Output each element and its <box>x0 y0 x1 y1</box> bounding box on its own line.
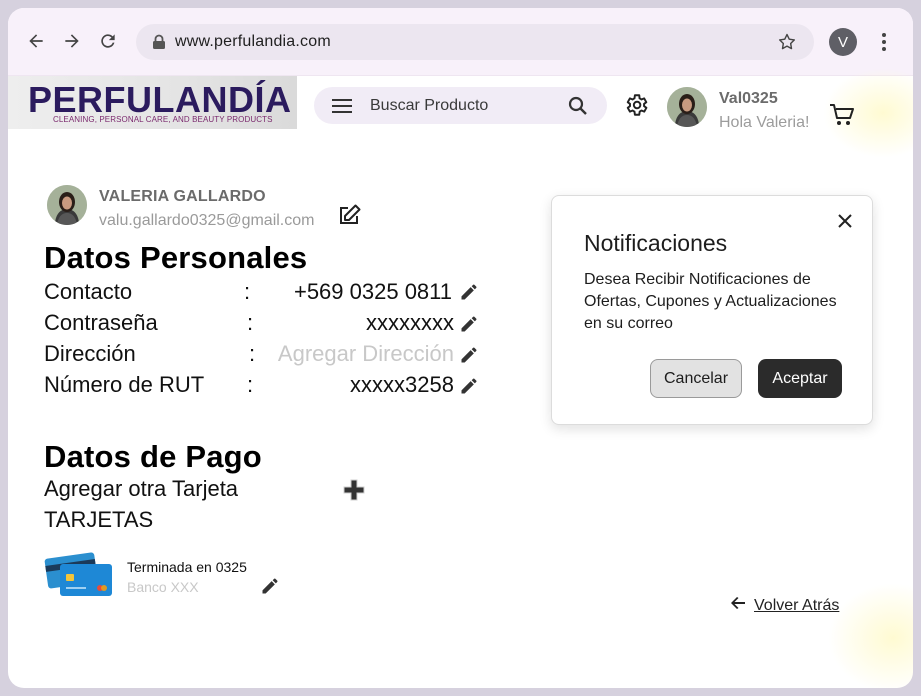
back-arrow-icon[interactable] <box>25 30 47 52</box>
bookmark-star-icon[interactable] <box>777 32 797 57</box>
row-label-address: Dirección <box>44 341 136 366</box>
credit-card-icon <box>44 549 114 604</box>
url-text: www.perfulandia.com <box>175 33 331 50</box>
logo-title: PERFULANDÍA <box>28 79 292 120</box>
settings-gear-icon[interactable] <box>623 92 649 123</box>
hamburger-menu-icon[interactable] <box>332 98 352 119</box>
row-label-rut: Número de RUT <box>44 372 205 397</box>
edit-card-pencil-icon[interactable] <box>260 576 280 596</box>
dialog-body: Desea Recibir Notificaciones de Ofertas,… <box>584 271 837 332</box>
user-avatar[interactable] <box>667 87 707 127</box>
forward-arrow-icon[interactable] <box>61 30 83 52</box>
profile-avatar <box>47 185 87 225</box>
add-card-label[interactable]: Agregar otra Tarjeta <box>44 476 238 502</box>
address-bar[interactable]: www.perfulandia.com <box>136 24 814 60</box>
edit-contact-pencil-icon[interactable] <box>459 282 479 302</box>
logo-subtitle: CLEANING, PERSONAL CARE, AND BEAUTY PROD… <box>53 115 273 124</box>
profile-email: valu.gallardo0325@gmail.com <box>99 212 315 229</box>
row-label-contact: Contacto <box>44 279 133 304</box>
card-ending: Terminada en 0325 <box>127 559 247 575</box>
back-arrow-icon <box>730 596 746 615</box>
site-logo[interactable]: PERFULANDÍA CLEANING, PERSONAL CARE, AND… <box>8 76 297 129</box>
personal-data-title: Datos Personales <box>44 240 308 275</box>
address-value[interactable]: Agregar Dirección <box>254 341 454 367</box>
dialog-title: Notificaciones <box>584 230 728 256</box>
edit-password-pencil-icon[interactable] <box>459 314 479 334</box>
cards-label: TARJETAS <box>44 507 154 532</box>
row-colon: : <box>247 310 254 335</box>
lock-icon <box>152 34 166 55</box>
search-bar[interactable]: Buscar Producto <box>314 87 607 124</box>
shopping-cart-icon[interactable] <box>829 103 855 132</box>
decorative-glow <box>828 583 913 688</box>
accept-button[interactable]: Aceptar <box>758 359 842 398</box>
browser-menu-icon[interactable] <box>880 32 888 57</box>
username: Val0325 <box>719 90 778 107</box>
contact-value: +569 0325 0811 <box>293 279 452 304</box>
browser-profile-avatar[interactable]: V <box>829 28 857 56</box>
row-colon: : <box>247 372 254 397</box>
card-bank: Banco XXX <box>127 579 199 595</box>
search-icon[interactable] <box>568 96 588 121</box>
edit-rut-pencil-icon[interactable] <box>459 376 479 396</box>
password-value: xxxxxxxx <box>366 310 454 335</box>
back-link[interactable]: Volver Atrás <box>730 596 839 615</box>
search-input[interactable]: Buscar Producto <box>370 97 488 115</box>
greeting: Hola Valeria! <box>719 114 810 131</box>
edit-profile-icon[interactable] <box>338 203 362 232</box>
row-colon: : <box>244 279 251 304</box>
close-icon[interactable] <box>838 214 852 233</box>
browser-toolbar: www.perfulandia.com V <box>8 8 913 76</box>
notification-dialog: Notificaciones Desea Recibir Notificacio… <box>551 195 873 425</box>
reload-icon[interactable] <box>97 30 119 52</box>
rut-value: xxxxx3258 <box>350 372 454 397</box>
back-link-label: Volver Atrás <box>754 596 840 614</box>
row-label-password: Contraseña <box>44 310 158 335</box>
profile-name: VALERIA GALLARDO <box>99 188 266 205</box>
payment-data-title: Datos de Pago <box>44 439 262 474</box>
browser-window: www.perfulandia.com V PERFULANDÍA CLEANI… <box>8 8 913 688</box>
edit-address-pencil-icon[interactable] <box>459 345 479 365</box>
add-card-plus-icon[interactable] <box>341 477 367 508</box>
cancel-button[interactable]: Cancelar <box>650 359 742 398</box>
